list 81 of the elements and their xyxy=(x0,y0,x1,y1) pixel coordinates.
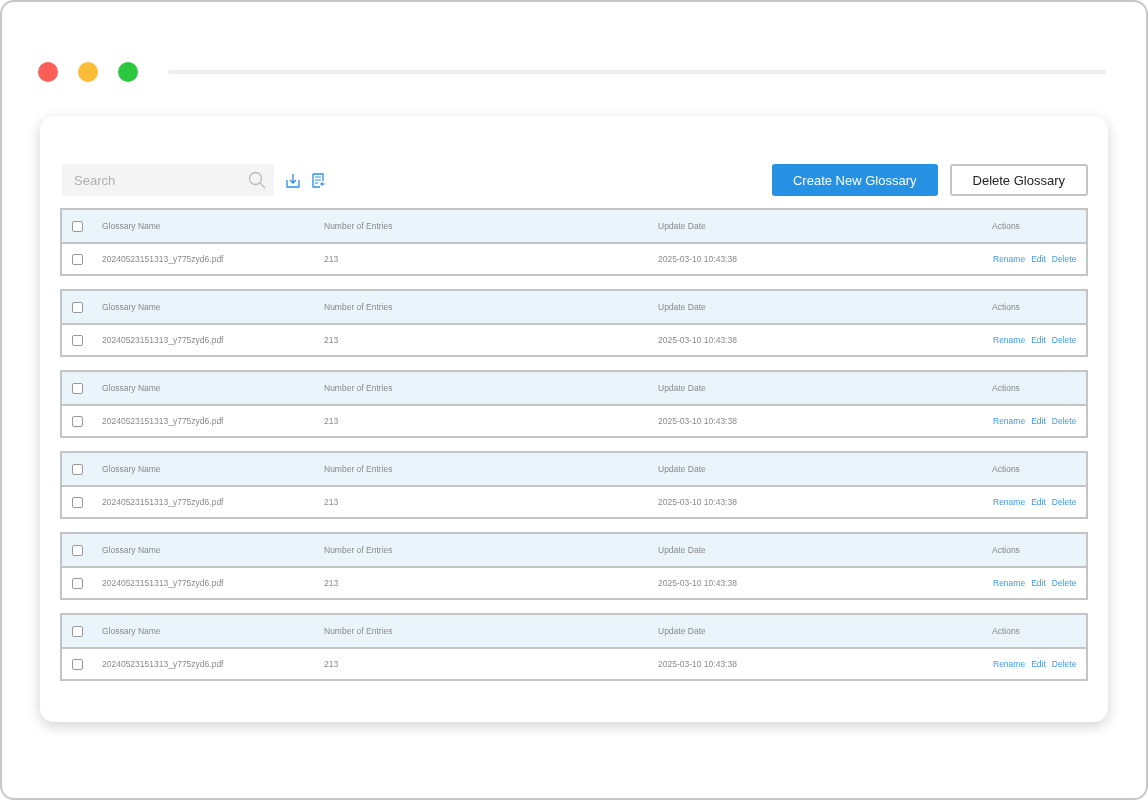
column-header: Update Date xyxy=(658,302,707,312)
table-cell-text: 213 xyxy=(324,254,340,264)
column-header: Update Date xyxy=(658,626,707,636)
table-cell-text: 213 xyxy=(324,659,340,669)
table-cell-text: 20240523151313_y775zyd6.pdf xyxy=(102,254,225,264)
column-header: Actions xyxy=(992,626,1021,636)
column-header: Actions xyxy=(992,383,1021,393)
column-header: Update Date xyxy=(658,221,707,231)
action-link[interactable]: Edit xyxy=(1031,416,1046,426)
table-cell-text: 213 xyxy=(324,497,340,507)
action-link[interactable]: Delete xyxy=(1051,254,1077,264)
search-field[interactable]: Search xyxy=(62,164,274,196)
action-link[interactable]: Edit xyxy=(1031,335,1046,345)
checkbox[interactable] xyxy=(72,625,83,637)
table-cell-text: 20240523151313_y775zyd6.pdf xyxy=(102,497,225,507)
column-header: Glossary Name xyxy=(102,221,162,231)
column-header: Glossary Name xyxy=(102,545,162,555)
table-cell-text: 20240523151313_y775zyd6.pdf xyxy=(102,335,225,345)
column-header: Number of Entries xyxy=(324,626,394,636)
checkbox[interactable] xyxy=(72,334,83,346)
action-link[interactable]: Delete xyxy=(1051,416,1077,426)
column-header: Glossary Name xyxy=(102,464,162,474)
delete-button[interactable]: Delete Glossary xyxy=(949,164,1088,196)
close-window-dot[interactable] xyxy=(38,62,58,82)
column-header: Update Date xyxy=(658,545,707,555)
checkbox[interactable] xyxy=(72,544,83,556)
checkbox[interactable] xyxy=(72,496,83,508)
table-cell-text: 2025-03-10 10:43:38 xyxy=(658,335,738,345)
action-link[interactable]: Edit xyxy=(1031,659,1046,669)
column-header: Number of Entries xyxy=(324,545,394,555)
table-cell-text: 2025-03-10 10:43:38 xyxy=(658,497,738,507)
checkbox[interactable] xyxy=(72,253,83,265)
checkbox[interactable] xyxy=(72,577,83,589)
download-icon[interactable] xyxy=(286,172,300,188)
column-header: Glossary Name xyxy=(102,626,162,636)
document-import-icon[interactable] xyxy=(312,172,326,188)
column-header: Update Date xyxy=(658,383,707,393)
table-cell-text: 2025-03-10 10:43:38 xyxy=(658,254,738,264)
table-cell-text: 20240523151313_y775zyd6.pdf xyxy=(102,416,225,426)
table-cell-text: 213 xyxy=(324,416,340,426)
column-header: Number of Entries xyxy=(324,302,394,312)
action-link[interactable]: Delete xyxy=(1051,335,1077,345)
checkbox[interactable] xyxy=(72,301,83,313)
action-link[interactable]: Edit xyxy=(1031,254,1046,264)
column-header: Number of Entries xyxy=(324,221,394,231)
column-header: Number of Entries xyxy=(324,383,394,393)
minimize-window-dot[interactable] xyxy=(78,62,98,82)
action-link[interactable]: Rename xyxy=(993,578,1026,588)
column-header: Actions xyxy=(992,464,1021,474)
table-cell-text: 213 xyxy=(324,578,340,588)
action-link[interactable]: Delete xyxy=(1051,659,1077,669)
column-header: Actions xyxy=(992,221,1021,231)
checkbox[interactable] xyxy=(72,382,83,394)
action-link[interactable]: Rename xyxy=(993,497,1026,507)
checkbox[interactable] xyxy=(72,658,83,670)
checkbox[interactable] xyxy=(72,220,83,232)
action-link[interactable]: Rename xyxy=(993,335,1026,345)
table-cell-text: 20240523151313_y775zyd6.pdf xyxy=(102,659,225,669)
checkbox[interactable] xyxy=(72,463,83,475)
table-cell-text: 20240523151313_y775zyd6.pdf xyxy=(102,578,225,588)
column-header: Number of Entries xyxy=(324,464,394,474)
column-header: Update Date xyxy=(658,464,707,474)
column-header: Actions xyxy=(992,302,1021,312)
action-link[interactable]: Rename xyxy=(993,416,1026,426)
action-link[interactable]: Edit xyxy=(1031,578,1046,588)
column-header: Glossary Name xyxy=(102,383,162,393)
column-header: Glossary Name xyxy=(102,302,162,312)
table-cell-text: 2025-03-10 10:43:38 xyxy=(658,416,738,426)
action-link[interactable]: Delete xyxy=(1051,578,1077,588)
table-cell-text: 2025-03-10 10:43:38 xyxy=(658,578,738,588)
action-link[interactable]: Edit xyxy=(1031,497,1046,507)
table-cell-text: 2025-03-10 10:43:38 xyxy=(658,659,738,669)
table-cell-text: 213 xyxy=(324,335,340,345)
create-button[interactable]: Create New Glossary xyxy=(771,164,938,196)
action-link[interactable]: Rename xyxy=(993,659,1026,669)
action-link[interactable]: Delete xyxy=(1051,497,1077,507)
column-header: Actions xyxy=(992,545,1021,555)
maximize-window-dot[interactable] xyxy=(118,62,138,82)
action-link[interactable]: Rename xyxy=(993,254,1026,264)
search-icon xyxy=(248,171,266,189)
checkbox[interactable] xyxy=(72,415,83,427)
